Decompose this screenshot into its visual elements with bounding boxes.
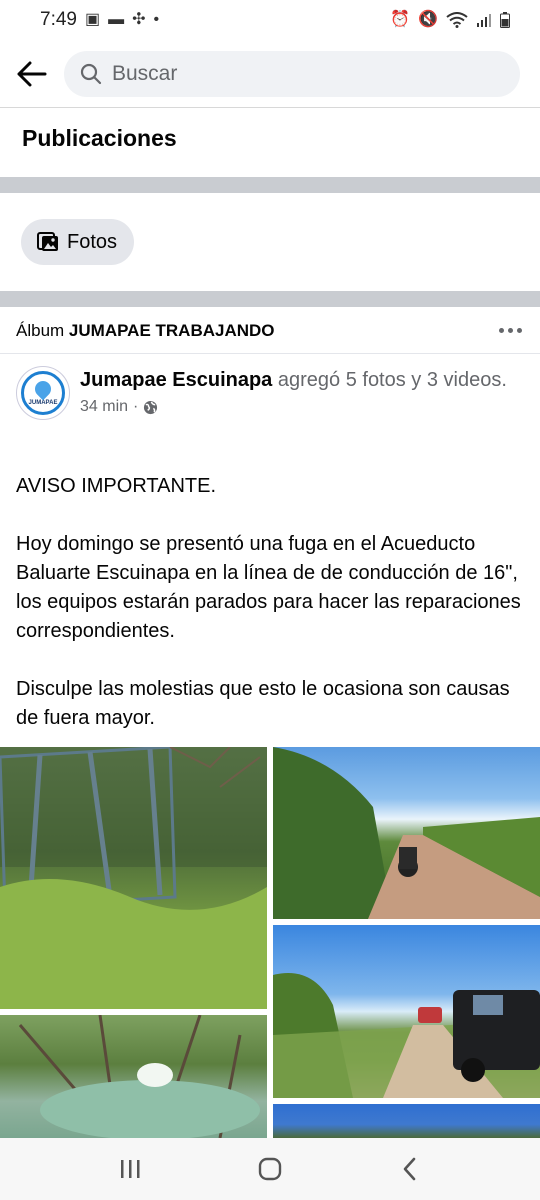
chip-divider (0, 291, 540, 307)
separator-dot: · (133, 398, 139, 415)
post-body: AVISO IMPORTANTE. Hoy domingo se present… (16, 472, 526, 733)
mute-icon: 🔇 (418, 11, 438, 28)
jumapae-logo: JUMAPAE (21, 371, 65, 415)
globe-icon (144, 400, 158, 414)
back-nav-button[interactable] (380, 1147, 440, 1191)
post-time[interactable]: 34 min (80, 398, 128, 416)
avatar-logo-text: JUMAPAE (28, 399, 58, 406)
recent-apps-button[interactable] (100, 1147, 160, 1191)
post-photo-3[interactable] (273, 925, 540, 1098)
section-divider (0, 177, 540, 193)
post-header: JUMAPAE Jumapae Escuinapa agregó 5 fotos… (16, 366, 524, 420)
post-paragraph: Disculpe las molestias que esto le ocasi… (16, 678, 510, 729)
status-left: 7:49 ▣ ▬ ✣ • (40, 9, 159, 31)
post-photo-1[interactable] (0, 747, 267, 1009)
status-bar: 7:49 ▣ ▬ ✣ • ⏰ 🔇 (0, 0, 540, 40)
post-photo-2[interactable] (273, 747, 540, 919)
recent-apps-icon (121, 1160, 140, 1178)
dirt-road-motorcycle-scene (273, 747, 540, 919)
album-name: JUMAPAE TRABAJANDO (68, 320, 275, 340)
gallery-notification-icon: ▣ (84, 11, 101, 28)
post-paragraph: AVISO IMPORTANTE. (16, 475, 217, 497)
album-prefix: Álbum (16, 320, 65, 340)
post-headline: Jumapae Escuinapa agregó 5 fotos y 3 vid… (80, 366, 524, 395)
photos-icon (37, 232, 58, 251)
system-nav-bar (0, 1138, 540, 1200)
wifi-icon (446, 12, 468, 28)
truck-road-scene (273, 973, 540, 1098)
search-input[interactable] (112, 61, 472, 86)
fotos-chip-label: Fotos (67, 230, 118, 253)
album-title[interactable]: Álbum JUMAPAE TRABAJANDO (16, 321, 275, 341)
status-right: ⏰ 🔇 (390, 12, 510, 28)
more-dots-icon[interactable] (499, 328, 522, 333)
album-header: Álbum JUMAPAE TRABAJANDO (0, 308, 540, 354)
avatar[interactable]: JUMAPAE (16, 366, 70, 420)
search-icon (80, 63, 102, 84)
status-time: 7:49 (40, 9, 77, 30)
section-title: Publicaciones (22, 124, 177, 151)
post-subline: 34 min · (80, 398, 524, 416)
top-bar (0, 40, 540, 108)
post-paragraph: Hoy domingo se presentó una fuga en el A… (16, 533, 521, 642)
post-meta: Jumapae Escuinapa agregó 5 fotos y 3 vid… (80, 366, 524, 420)
more-notifications-dot-icon: • (153, 11, 160, 28)
arrow-left-icon (17, 61, 47, 86)
post-photo-4[interactable] (0, 1015, 267, 1138)
water-drop-icon (31, 377, 55, 400)
home-icon (258, 1157, 282, 1181)
post-action: agregó 5 fotos y 3 videos. (272, 369, 507, 391)
alarm-icon: ⏰ (390, 11, 411, 28)
post-photo-5[interactable] (273, 1104, 540, 1138)
search-bar[interactable] (64, 50, 520, 97)
post-author[interactable]: Jumapae Escuinapa (80, 369, 272, 391)
back-nav-icon (403, 1157, 416, 1181)
home-button[interactable] (240, 1147, 300, 1191)
pinwheel-notification-icon: ✣ (132, 11, 146, 28)
message-notification-icon: ▬ (108, 11, 125, 28)
fotos-filter-chip[interactable]: Fotos (21, 219, 135, 265)
water-leak-scene (18, 1015, 260, 1138)
fence-structure (0, 747, 267, 1009)
signal-icon (477, 14, 491, 27)
back-button[interactable] (14, 56, 50, 92)
battery-icon (500, 12, 510, 28)
